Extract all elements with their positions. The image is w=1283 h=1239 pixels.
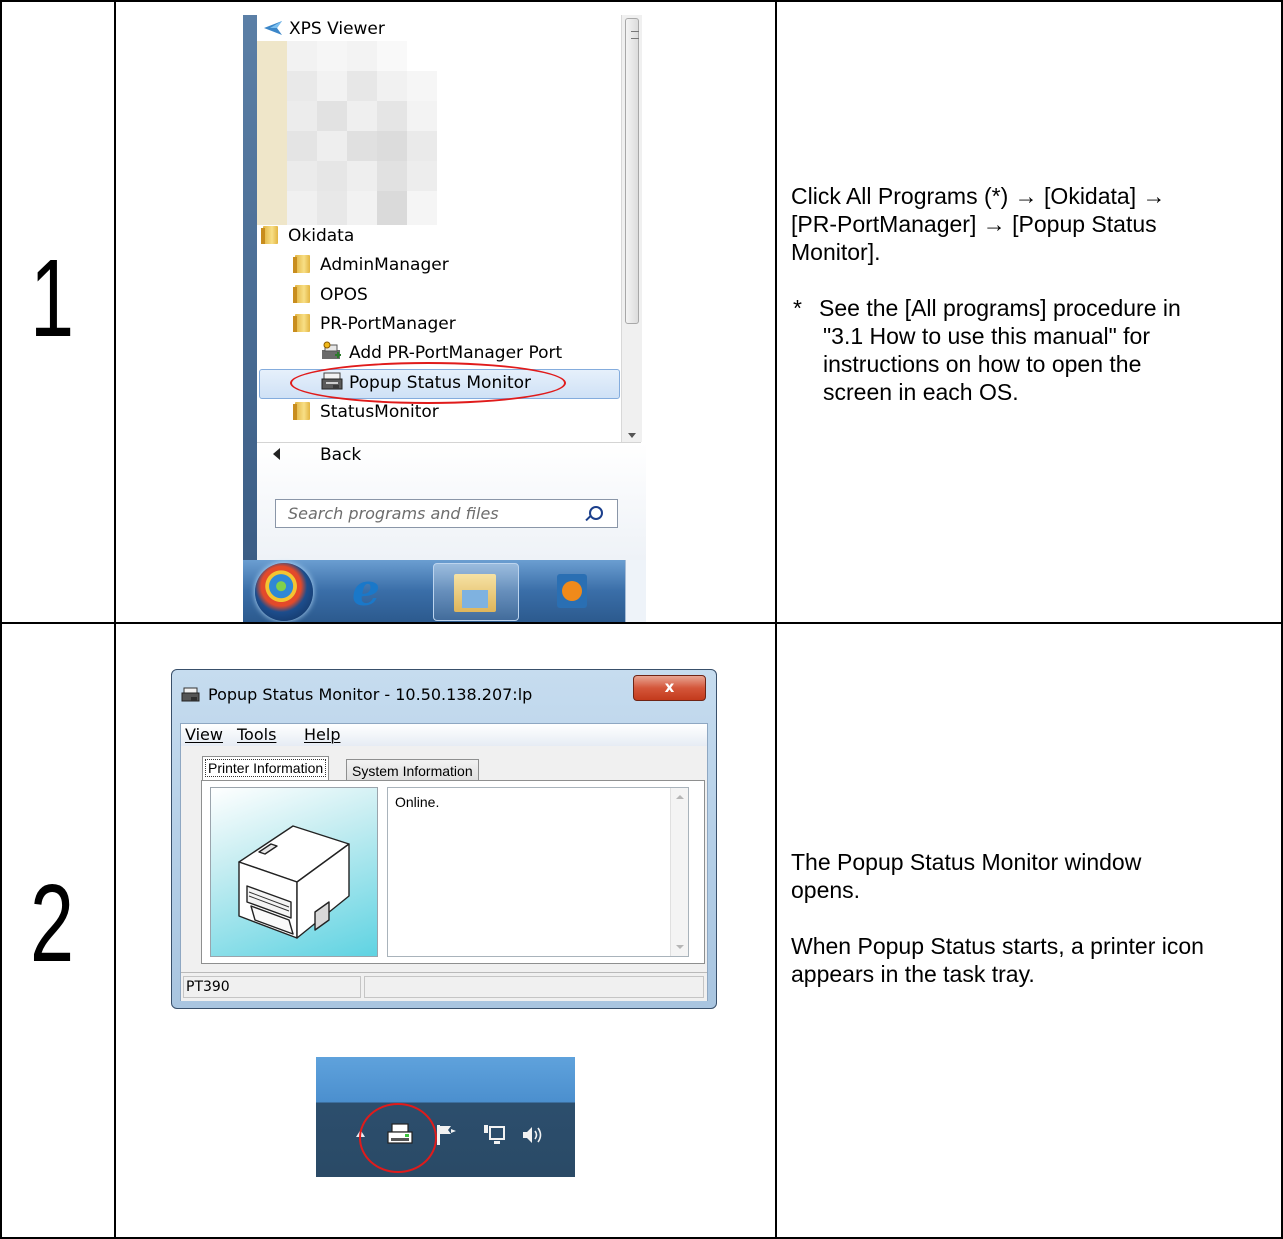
tab-system-information[interactable]: System Information xyxy=(346,759,479,781)
instruction-line: Monitor]. xyxy=(791,239,881,265)
printer-icon xyxy=(181,687,200,702)
step-2-description: The Popup Status Monitor window opens. W… xyxy=(791,848,1271,988)
start-menu-frame xyxy=(243,15,257,560)
folder-icon xyxy=(293,255,310,273)
folder-icon xyxy=(293,314,310,332)
scrollbar-thumb[interactable] xyxy=(625,18,639,324)
status-message-box[interactable]: Online. xyxy=(387,787,689,957)
table-border-top xyxy=(0,0,1283,2)
media-player-icon[interactable] xyxy=(541,568,605,616)
start-menu-screenshot: XPS Viewer Okidata AdminManager OPOS PR-… xyxy=(243,15,646,622)
windows-explorer-icon[interactable] xyxy=(433,563,519,621)
menu-item-okidata[interactable]: Okidata xyxy=(261,222,354,250)
menu-scrollbar[interactable] xyxy=(621,15,642,442)
action-center-flag-icon[interactable] xyxy=(434,1123,458,1147)
menu-item-xps-viewer[interactable]: XPS Viewer xyxy=(263,15,385,43)
menu-item-pr-portmanager[interactable]: PR-PortManager xyxy=(293,310,456,338)
step-number-2: 2 xyxy=(30,862,75,985)
menu-bar: View Tools Help xyxy=(181,724,707,746)
printer-image xyxy=(210,787,378,957)
add-port-icon xyxy=(322,341,341,359)
scroll-up-icon[interactable] xyxy=(676,795,684,799)
search-input[interactable]: Search programs and files xyxy=(275,499,618,528)
status-scrollbar[interactable] xyxy=(670,788,688,956)
menu-help[interactable]: Help xyxy=(304,724,340,746)
footnote-line: instructions on how to open the xyxy=(823,351,1142,377)
description-line: When Popup Status starts, a printer icon xyxy=(791,933,1204,959)
task-tray xyxy=(316,1057,575,1177)
step-1-description: Click All Programs (*) → [Okidata] → [PR… xyxy=(791,182,1271,406)
popup-status-monitor-window: Popup Status Monitor - 10.50.138.207:lp … xyxy=(171,669,717,1009)
footnote-line: "3.1 How to use this manual" for xyxy=(823,323,1150,349)
taskbar-edge xyxy=(625,560,646,622)
description-line: appears in the task tray. xyxy=(791,961,1035,987)
footnote: * See the [All programs] procedure in "3… xyxy=(791,294,1271,406)
instruction-line: [PR-PortManager] → [Popup Status xyxy=(791,211,1157,237)
volume-icon[interactable] xyxy=(522,1125,546,1145)
scroll-down-icon[interactable] xyxy=(676,945,684,949)
status-text: Online. xyxy=(395,794,440,810)
footnote-line: See the [All programs] procedure in xyxy=(819,295,1181,321)
menu-view[interactable]: View xyxy=(185,724,223,746)
scroll-down-icon[interactable] xyxy=(628,433,636,438)
pixelated-area xyxy=(257,41,287,225)
window-title: Popup Status Monitor - 10.50.138.207:lp xyxy=(208,685,533,704)
printer-illustration xyxy=(238,825,350,939)
close-button[interactable]: x xyxy=(633,675,706,701)
menu-item-admin-manager[interactable]: AdminManager xyxy=(293,251,449,279)
table-row-divider xyxy=(0,622,1283,624)
instruction-line: Click All Programs (*) → [Okidata] → xyxy=(791,183,1166,209)
tab-printer-information[interactable]: Printer Information xyxy=(202,756,330,780)
table-border-left xyxy=(0,0,2,1239)
model-name: PT390 xyxy=(183,976,361,998)
tab-panel: Online. xyxy=(201,780,705,964)
folder-icon xyxy=(293,402,310,420)
menu-item-status-monitor[interactable]: StatusMonitor xyxy=(293,398,439,426)
xps-viewer-icon xyxy=(264,21,282,35)
table-col-divider-1 xyxy=(114,0,116,1239)
status-bar-panel xyxy=(364,976,704,998)
menu-tools[interactable]: Tools xyxy=(237,724,276,746)
status-bar: PT390 xyxy=(181,972,707,1001)
search-icon[interactable] xyxy=(589,506,603,520)
taskbar: e xyxy=(243,560,646,622)
footnote-mark: * xyxy=(793,295,802,321)
folder-icon xyxy=(293,285,310,303)
highlight-circle xyxy=(359,1103,437,1173)
start-orb-icon[interactable] xyxy=(255,563,313,621)
internet-explorer-icon[interactable]: e xyxy=(341,568,391,614)
description-line: opens. xyxy=(791,877,861,903)
window-client: View Tools Help System Information Onlin… xyxy=(180,723,708,1001)
footnote-line: screen in each OS. xyxy=(823,379,1019,405)
search-placeholder: Search programs and files xyxy=(288,504,499,523)
network-icon[interactable] xyxy=(482,1123,506,1147)
menu-item-opos[interactable]: OPOS xyxy=(293,281,368,309)
back-button[interactable]: Back xyxy=(320,441,361,469)
description-line: The Popup Status Monitor window xyxy=(791,849,1142,875)
step-number-1: 1 xyxy=(30,237,75,360)
grip-icon xyxy=(631,31,639,39)
back-arrow-icon[interactable] xyxy=(273,448,280,460)
folder-icon xyxy=(261,226,278,244)
table-col-divider-2 xyxy=(775,0,777,1239)
